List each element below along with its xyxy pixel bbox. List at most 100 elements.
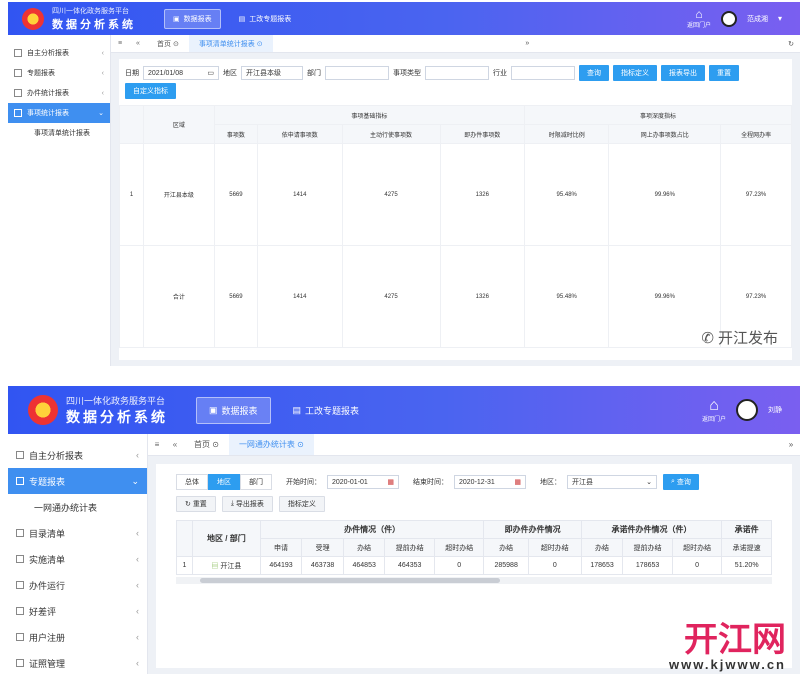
nav-data-reports[interactable]: ▣ 数据报表 [196,396,271,424]
nav-engineering-reports[interactable]: ▤ 工改专题报表 [281,397,372,424]
table-cell: 1 [119,143,144,246]
reset-button[interactable]: ↻ 重置 [176,496,216,512]
chevron-left-icon: ‹ [136,632,139,642]
return-portal-button[interactable]: ⌂ 返回门户 [702,397,726,423]
scope-segment: 总体 地区 部门 [176,474,272,490]
table-header: 办结 [580,538,624,557]
tab-bar: ≡ « 首页 ⊙ 事项清单统计报表 ⊙ » ↻ [111,35,800,53]
tab-current[interactable]: 一网通办统计表 ⊙ [228,434,314,455]
refresh-icon[interactable]: ↻ [782,40,800,48]
chart-icon: ▤ [292,404,302,415]
search-button[interactable]: 查询 [579,65,609,81]
scroll-left-icon[interactable]: « [129,40,147,47]
chevron-left-icon: ‹ [136,606,139,616]
scroll-right-icon[interactable]: » [782,440,800,449]
table-cell: 285988 [483,556,529,575]
chevron-left-icon: ‹ [101,49,104,57]
region-select[interactable]: 开江县 ⌄ [567,475,657,489]
region-field[interactable]: 开江县本级 [241,66,303,80]
table-cell: 463738 [301,556,344,575]
start-time-value: 2020-01-01 [332,478,368,486]
reset-button[interactable]: 重置 [709,65,739,81]
nav-label: 工改专题报表 [305,405,360,416]
nav-data-reports[interactable]: ▣ 数据报表 [164,8,221,29]
region-label: 地区 [223,70,237,77]
chevron-left-icon: ‹ [136,450,139,460]
list-icon [16,451,24,459]
sidebar-item-item-list-stats[interactable]: 事项清单统计报表 [8,123,110,143]
watermark-kaijiang-fabu: ✆ 开江发布 [701,327,778,348]
avatar[interactable] [720,10,737,27]
region-name: 开江县 [220,562,242,570]
chevron-down-icon: ⌄ [646,479,652,486]
avatar[interactable] [736,399,758,421]
table-cell: 1 [176,556,193,575]
watermark-text: 开江发布 [717,330,778,347]
chevron-down-icon[interactable]: ▾ [778,14,782,23]
watermark-kjwww: 开江网 www.kjwww.cn [669,623,786,672]
end-time-value: 2020-12-31 [459,478,495,486]
region-label: 地区： [540,479,561,486]
sidebar-item-self-analysis[interactable]: 自主分析报表 ‹ [8,442,147,468]
table-cell: 95.48% [523,143,610,246]
table-header: 事项数 [213,124,259,144]
scrollbar-thumb[interactable] [200,578,500,583]
sidebar-item-license[interactable]: 证照管理 ‹ [8,650,147,674]
table-header: 超时办结 [433,538,485,557]
export-button[interactable]: ⤓ 导出报表 [221,496,273,512]
sidebar-item-topic[interactable]: 专题报表 ⌄ [8,468,147,494]
sidebar-item-catalog[interactable]: 目录清单 ‹ [8,520,147,546]
sidebar-item-case-stats[interactable]: 办件统计报表 ‹ [8,83,110,103]
table-group-header: 事项基础指标 [213,105,526,125]
custom-indicator-button[interactable]: 自定义指标 [125,83,176,99]
table-group-row: 地区 / 部门 办件情况（件） 即办件办件情况 承诺件办件情况（件） 承诺件 [176,520,772,557]
start-time-field[interactable]: 2020-01-01 ▦ [327,475,399,489]
segment-department[interactable]: 部门 [240,474,272,490]
sidebar-item-implementation[interactable]: 实施清单 ‹ [8,546,147,572]
table-cell: 464353 [384,556,435,575]
table-group-header: 承诺件 [721,520,772,539]
indicator-definition-button[interactable]: 指标定义 [613,65,657,81]
sidebar-item-topic[interactable]: 专题报表 ‹ [8,63,110,83]
menu-toggle-icon[interactable]: ≡ [111,40,129,47]
date-field[interactable]: 2021/01/08 ▭ [143,66,219,80]
sidebar-item-self-analysis[interactable]: 自主分析报表 ‹ [8,43,110,63]
sidebar-item-one-network-stats[interactable]: 一网通办统计表 [8,494,147,520]
type-field[interactable] [425,66,489,80]
tab-home[interactable]: 首页 ⊙ [184,434,229,455]
end-time-field[interactable]: 2020-12-31 ▦ [454,475,526,489]
indicator-definition-button[interactable]: 指标定义 [278,496,325,512]
scroll-right-icon[interactable]: » [518,40,536,47]
horizontal-scrollbar[interactable] [176,577,772,584]
scroll-left-icon[interactable]: « [166,440,184,449]
chevron-left-icon: ‹ [136,658,139,668]
segment-region[interactable]: 地区 [208,474,240,490]
segment-overall[interactable]: 总体 [176,474,208,490]
username[interactable]: 范成湘 [747,14,768,24]
system-name: 数据分析系统 [52,18,136,31]
sidebar-item-user-registration[interactable]: 用户注册 ‹ [8,624,147,650]
return-portal-button[interactable]: ⌂ 返回门户 [687,8,711,29]
export-button[interactable]: 报表导出 [661,65,705,81]
nav-engineering-reports[interactable]: ▤ 工改专题报表 [231,9,300,29]
sidebar-item-item-stats[interactable]: 事项统计报表 ⌄ [8,103,110,123]
table-wrap: 地区 / 部门 办件情况（件） 即办件办件情况 承诺件办件情况（件） 承诺件 申… [156,520,792,584]
tab-current[interactable]: 事项清单统计报表 ⊙ [188,35,273,52]
menu-toggle-icon[interactable]: ≡ [148,440,166,449]
search-button[interactable]: ⌕ 查询 [663,474,699,490]
table-cell: 464853 [342,556,386,575]
industry-field[interactable] [511,66,575,80]
sidebar-item-evaluation[interactable]: 好差评 ‹ [8,598,147,624]
export-label: 导出报表 [235,501,264,508]
username[interactable]: 刘静 [768,405,782,415]
tab-home[interactable]: 首页 ⊙ [147,35,189,52]
app-header: 四川一体化政务服务平台 数据分析系统 ▣ 数据报表 ▤ 工改专题报表 ⌂ 返回门户 范… [8,2,800,35]
table-cell-region[interactable]: ▤ 开江县 [192,556,261,575]
table-cell: 1326 [439,245,526,348]
sidebar-item-label: 自主分析报表 [29,450,84,461]
sidebar-item-case-operation[interactable]: 办件运行 ‹ [8,572,147,598]
filter-bar: 日期 2021/01/08 ▭ 地区 开江县本级 部门 事项类型 行业 查询 指标… [119,59,792,81]
dept-field[interactable] [325,66,389,80]
table-cell: 1414 [257,245,343,348]
nav-label: 数据报表 [183,15,212,23]
